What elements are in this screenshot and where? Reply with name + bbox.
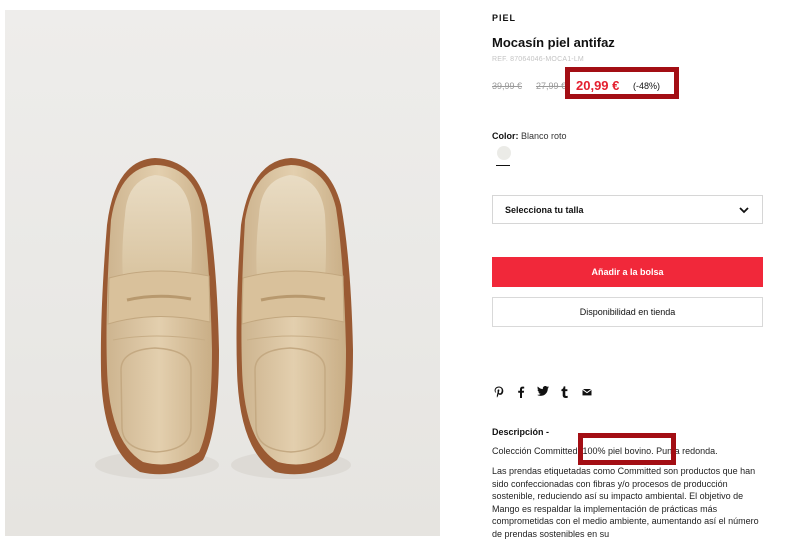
product-image[interactable] xyxy=(5,10,440,536)
tumblr-icon[interactable] xyxy=(558,386,572,400)
pinterest-icon[interactable] xyxy=(492,386,506,400)
description-body: Las prendas etiquetadas como Committed s… xyxy=(492,466,759,539)
price-current: 20,99 € xyxy=(576,78,620,93)
chevron-down-icon xyxy=(739,207,749,214)
product-category: PIEL xyxy=(492,13,517,23)
twitter-icon[interactable] xyxy=(536,386,550,400)
email-icon[interactable] xyxy=(580,386,594,400)
product-ref: REF. 87064046-MOCA1-LM xyxy=(492,56,584,63)
product-title: Mocasín piel antifaz xyxy=(492,35,615,50)
price-original-1: 39,99 € xyxy=(492,81,523,91)
color-swatch[interactable] xyxy=(497,146,511,160)
add-to-bag-button[interactable]: Añadir a la bolsa xyxy=(492,257,763,287)
color-label: Color: Blanco roto xyxy=(492,131,567,141)
price-original-2: 27,99 € xyxy=(536,81,567,91)
description-title: Descripción - xyxy=(492,427,550,437)
color-label-key: Color: xyxy=(492,131,519,141)
size-select-label: Selecciona tu talla xyxy=(505,205,584,215)
store-availability-button[interactable]: Disponibilidad en tienda xyxy=(492,297,763,327)
color-value: Blanco roto xyxy=(521,131,567,141)
loafer-shoes-image xyxy=(95,158,353,479)
swatch-selected-indicator xyxy=(496,165,510,166)
size-select[interactable]: Selecciona tu talla xyxy=(492,195,763,224)
share-icons xyxy=(492,386,594,400)
facebook-icon[interactable] xyxy=(514,386,528,400)
discount-badge: (-48%) xyxy=(633,81,661,91)
material-highlight-box xyxy=(578,433,676,465)
